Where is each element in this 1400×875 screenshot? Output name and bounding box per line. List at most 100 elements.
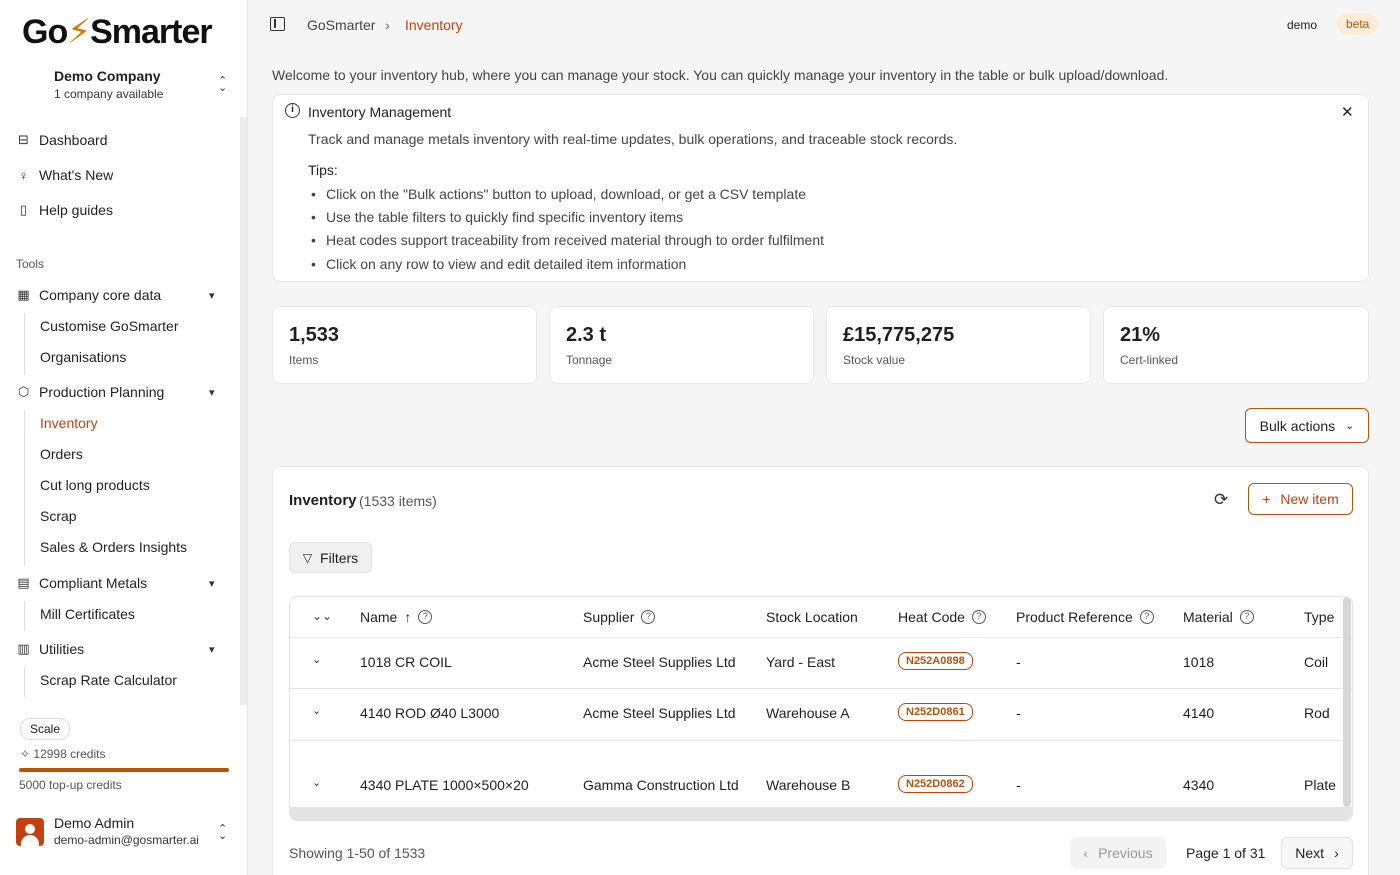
col-supplier[interactable]: Supplier ? — [583, 609, 656, 625]
tree-line — [24, 313, 25, 375]
chevron-down-icon[interactable]: ▾ — [209, 386, 215, 399]
group-company-core[interactable]: ▦ Company core data — [16, 285, 161, 305]
refresh-icon[interactable]: ⟳ — [1214, 490, 1228, 510]
chevron-down-icon[interactable]: ⌄ — [312, 653, 321, 666]
sparkle-icon: ✧ — [20, 747, 31, 761]
chevron-down-icon[interactable]: ⌄ — [312, 704, 321, 717]
tree-line — [24, 667, 25, 697]
chevron-down-icon[interactable]: ▾ — [209, 577, 215, 590]
welcome-text: Welcome to your inventory hub, where you… — [272, 67, 1169, 83]
next-button[interactable]: Next › — [1281, 837, 1353, 869]
sort-asc-icon[interactable]: ↑ — [404, 609, 411, 625]
nav-customise[interactable]: Customise GoSmarter — [40, 316, 178, 336]
chevron-down-icon[interactable]: ▾ — [209, 289, 215, 302]
table-vertical-scrollbar[interactable] — [1343, 597, 1351, 807]
user-menu[interactable]: Demo Admin demo-admin@gosmarter.ai — [54, 815, 199, 847]
box-icon: ⬡ — [17, 384, 30, 399]
group-utilities-label: Utilities — [39, 641, 85, 657]
bulk-actions-label: Bulk actions — [1259, 417, 1336, 434]
breadcrumb-home[interactable]: GoSmarter — [307, 17, 375, 33]
cell-location: Warehouse A — [766, 705, 850, 721]
previous-button[interactable]: ‹ Previous — [1070, 837, 1166, 869]
nav-mill-certificates[interactable]: Mill Certificates — [40, 604, 135, 624]
info-title: Inventory Management — [308, 104, 452, 120]
chevron-updown-icon[interactable]: ⌃ ⌄ — [218, 824, 227, 842]
filters-button[interactable]: ▽ Filters — [289, 542, 372, 573]
group-compliant-metals[interactable]: ▤ Compliant Metals — [16, 573, 147, 593]
heat-code-badge[interactable]: N252D0862 — [898, 775, 973, 793]
user-name: Demo Admin — [54, 815, 135, 831]
expand-all-icon[interactable]: ⌄⌄ — [312, 609, 332, 623]
cell-name[interactable]: 4140 ROD Ø40 L3000 — [360, 705, 499, 721]
chevron-down-icon[interactable]: ▾ — [209, 643, 215, 656]
sidebar-scrollbar[interactable] — [240, 117, 247, 705]
nav-cut-long-products[interactable]: Cut long products — [40, 475, 150, 495]
nav-help[interactable]: ▯ Help guides — [16, 200, 113, 220]
header-user[interactable]: demo — [1287, 18, 1317, 32]
info-description: Track and manage metals inventory with r… — [308, 131, 958, 147]
nav-sales-insights[interactable]: Sales & Orders Insights — [40, 537, 187, 557]
cell-supplier: Gamma Construction Ltd — [583, 777, 739, 793]
nav-dashboard[interactable]: ⊟ Dashboard — [16, 130, 107, 150]
nav-orders[interactable]: Orders — [40, 444, 83, 464]
help-icon[interactable]: ? — [418, 610, 433, 624]
cell-material: 1018 — [1183, 654, 1215, 670]
cell-product-ref: - — [1016, 777, 1021, 793]
app-logo[interactable]: Go⚡Smarter — [22, 12, 213, 52]
col-material[interactable]: Material ? — [1183, 609, 1254, 625]
nav-scrap-rate-calculator[interactable]: Scrap Rate Calculator — [40, 670, 177, 690]
help-icon[interactable]: ? — [971, 610, 986, 624]
cell-type: Rod — [1304, 705, 1330, 721]
chevron-left-icon: ‹ — [1083, 845, 1089, 861]
cell-name[interactable]: 4340 PLATE 1000×500×20 — [360, 777, 529, 793]
company-switcher[interactable]: Demo Company 1 company available — [54, 68, 163, 101]
tip-item: • Use the table filters to quickly find s… — [311, 209, 684, 225]
help-icon[interactable]: ? — [1139, 610, 1154, 624]
col-stock-location-label: Stock Location — [766, 609, 858, 625]
col-product-reference[interactable]: Product Reference ? — [1016, 609, 1154, 625]
lightbulb-icon: ♀ — [18, 167, 29, 183]
file-icon: ▤ — [17, 575, 30, 590]
stat-cert-value: 21% — [1120, 324, 1161, 346]
col-stock-location[interactable]: Stock Location — [766, 609, 858, 625]
new-item-button[interactable]: + New item — [1248, 483, 1353, 515]
heat-code-badge[interactable]: N252D0861 — [898, 703, 973, 721]
nav-scrap[interactable]: Scrap — [40, 506, 77, 526]
col-heat-code[interactable]: Heat Code ? — [898, 609, 986, 625]
inventory-table: ⌄⌄ Name ↑ ? Supplier ? Stock Location He… — [289, 596, 1353, 821]
chevron-down-icon[interactable]: ⌄ — [312, 776, 321, 789]
col-name[interactable]: Name ↑ ? — [360, 609, 433, 625]
breadcrumb-current: Inventory — [405, 17, 463, 33]
nav-organisations[interactable]: Organisations — [40, 347, 126, 367]
help-icon[interactable]: ? — [1239, 610, 1254, 624]
group-utilities[interactable]: ▥ Utilities — [16, 639, 84, 659]
avatar[interactable] — [16, 818, 44, 846]
group-production-planning-label: Production Planning — [39, 384, 165, 400]
chevron-updown-icon[interactable]: ⌃ ⌄ — [218, 76, 227, 94]
col-type[interactable]: Type — [1304, 609, 1334, 625]
beta-badge: beta — [1337, 13, 1379, 35]
cell-supplier: Acme Steel Supplies Ltd — [583, 705, 736, 721]
tree-line — [24, 601, 25, 631]
previous-label: Previous — [1098, 845, 1153, 861]
heat-code-badge[interactable]: N252A0898 — [898, 652, 973, 670]
nav-help-label: Help guides — [39, 202, 113, 218]
building-icon: ▦ — [17, 287, 30, 302]
group-production-planning[interactable]: ⬡ Production Planning — [16, 382, 165, 402]
nav-inventory[interactable]: Inventory — [40, 413, 98, 433]
cell-location: Warehouse B — [766, 777, 851, 793]
table-horizontal-scrollbar[interactable] — [290, 807, 1352, 820]
help-icon[interactable]: ? — [641, 610, 656, 624]
cell-type: Plate — [1304, 777, 1336, 793]
credits-value: 12998 credits — [33, 747, 106, 761]
chevron-right-icon: › — [1334, 845, 1339, 861]
tip-text: Click on any row to view and edit detail… — [326, 256, 687, 272]
nav-whats-new[interactable]: ♀ What's New — [16, 165, 114, 185]
user-email: demo-admin@gosmarter.ai — [54, 833, 199, 847]
cell-material: 4340 — [1183, 777, 1215, 793]
sidebar-toggle-icon[interactable] — [270, 17, 285, 31]
cell-name[interactable]: 1018 CR COIL — [360, 654, 452, 670]
close-icon[interactable]: ✕ — [1341, 103, 1354, 121]
bulk-actions-button[interactable]: Bulk actions ⌄ — [1245, 408, 1369, 443]
stat-items-value: 1,533 — [289, 324, 340, 346]
